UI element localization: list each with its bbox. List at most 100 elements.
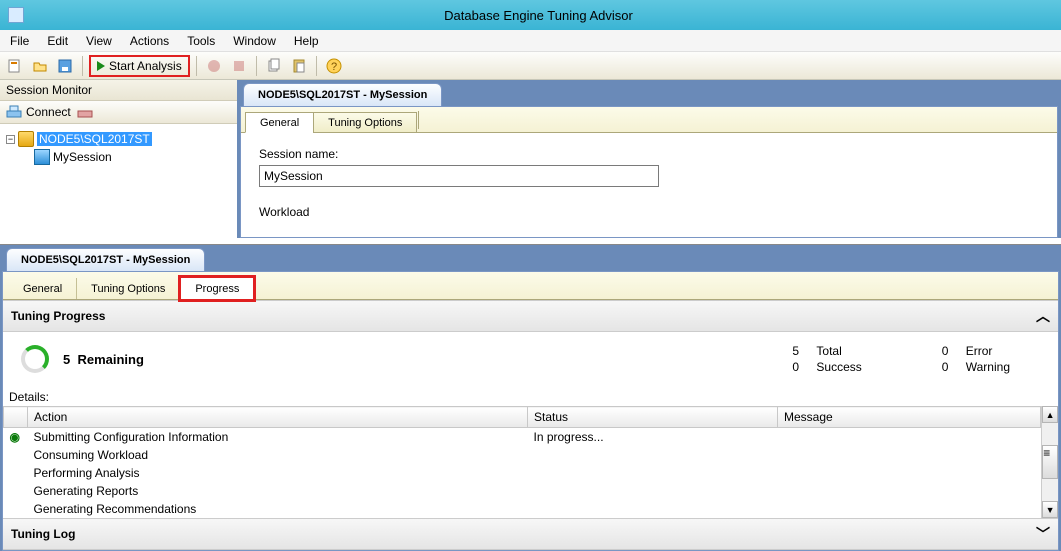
session-name-input[interactable] [259, 165, 659, 187]
scroll-up-icon[interactable]: ▲ [1042, 406, 1058, 423]
tuning-progress-title: Tuning Progress [11, 309, 105, 323]
document-area: NODE5\SQL2017ST - MySession General Tuni… [237, 80, 1061, 238]
connect-toolbar: Connect [0, 101, 237, 124]
menu-help[interactable]: Help [294, 34, 319, 48]
toolbar-help-icon[interactable]: ? [323, 55, 345, 77]
tree-server-label: NODE5\SQL2017ST [37, 132, 152, 146]
col-status[interactable]: Status [528, 407, 778, 428]
tab-tuning-options-label: Tuning Options [328, 117, 402, 129]
stats-block: 5 Total 0 Success 0 Error 0 Warning [792, 344, 1040, 374]
menu-window[interactable]: Window [233, 34, 276, 48]
cell-status: In progress... [528, 428, 778, 447]
table-row[interactable]: Consuming Workload [4, 446, 1041, 464]
toolbar-paste-icon[interactable] [288, 55, 310, 77]
tuning-log-title: Tuning Log [11, 527, 75, 541]
start-analysis-button[interactable]: Start Analysis [89, 55, 190, 77]
stat-warning-n: 0 [942, 360, 958, 374]
svg-text:?: ? [331, 61, 337, 73]
menu-actions[interactable]: Actions [130, 34, 169, 48]
tuning-progress-header[interactable]: Tuning Progress ︿ [3, 300, 1058, 332]
toolbar-new-icon[interactable] [4, 55, 26, 77]
server-icon [18, 131, 34, 147]
tuning-log-header[interactable]: Tuning Log ﹀ [3, 518, 1058, 550]
ptab-progress[interactable]: Progress [180, 277, 254, 300]
cell-action: Generating Recommendations [28, 500, 528, 518]
spinner-icon [21, 345, 49, 373]
menu-edit[interactable]: Edit [47, 34, 68, 48]
toolbar-separator [256, 56, 257, 76]
disconnect-icon[interactable] [77, 104, 93, 120]
toolbar-open-icon[interactable] [29, 55, 51, 77]
chevron-up-icon: ︿ [1036, 306, 1050, 326]
stat-error-n: 0 [942, 344, 958, 358]
ptab-general[interactable]: General [9, 278, 77, 299]
scroll-track[interactable] [1042, 423, 1058, 445]
stat-col-2: 0 Error 0 Warning [942, 344, 1010, 374]
connect-icon [6, 104, 22, 120]
session-monitor-panel: Session Monitor Connect − NODE5\SQL2017S… [0, 80, 237, 238]
remaining-count: 5 [63, 352, 70, 367]
toolbar-copy-icon[interactable] [263, 55, 285, 77]
stat-warning: Warning [966, 360, 1010, 374]
window-title: Database Engine Tuning Advisor [24, 8, 1053, 23]
cell-message [778, 500, 1041, 518]
menu-tools[interactable]: Tools [187, 34, 215, 48]
stat-error: Error [966, 344, 1010, 358]
lower-panel: NODE5\SQL2017ST - MySession General Tuni… [0, 244, 1061, 551]
cell-action: Submitting Configuration Information [28, 428, 528, 447]
document-tab-label: NODE5\SQL2017ST - MySession [258, 89, 427, 101]
toolbar-stop2-icon[interactable] [228, 55, 250, 77]
toolbar-separator [82, 56, 83, 76]
stat-col-1: 5 Total 0 Success [792, 344, 861, 374]
scroll-track[interactable] [1042, 479, 1058, 501]
document-tab[interactable]: NODE5\SQL2017ST - MySession [243, 83, 442, 106]
inner-tabstrip: General Tuning Options [241, 107, 1057, 133]
toolbar-stop-icon[interactable] [203, 55, 225, 77]
lower-document-tab[interactable]: NODE5\SQL2017ST - MySession [6, 248, 205, 271]
play-circle-icon: ◉ [4, 428, 28, 447]
play-icon [97, 61, 105, 71]
menu-view[interactable]: View [86, 34, 112, 48]
table-row[interactable]: Performing Analysis [4, 464, 1041, 482]
ptab-tuning-options[interactable]: Tuning Options [77, 278, 180, 299]
stat-success-n: 0 [792, 360, 808, 374]
table-row[interactable]: Generating Reports [4, 482, 1041, 500]
tree-server-node[interactable]: − NODE5\SQL2017ST [6, 130, 231, 148]
cell-status [528, 482, 778, 500]
cell-status [528, 446, 778, 464]
title-bar: Database Engine Tuning Advisor [0, 0, 1061, 30]
cell-status [528, 500, 778, 518]
stat-total: Total [816, 344, 861, 358]
table-row[interactable]: Generating Recommendations [4, 500, 1041, 518]
toolbar-separator [316, 56, 317, 76]
remaining-text: 5 Remaining [63, 352, 144, 367]
details-table: Action Status Message ◉ Submitting Confi… [3, 406, 1041, 518]
details-label: Details: [3, 386, 1058, 406]
table-row[interactable]: ◉ Submitting Configuration Information I… [4, 428, 1041, 447]
tree-session-label: MySession [53, 150, 112, 164]
tree-session-node[interactable]: MySession [6, 148, 231, 166]
upper-split: Session Monitor Connect − NODE5\SQL2017S… [0, 80, 1061, 238]
col-action[interactable]: Action [28, 407, 528, 428]
tab-tuning-options[interactable]: Tuning Options [313, 112, 417, 133]
col-message[interactable]: Message [778, 407, 1041, 428]
ptab-tuning-options-label: Tuning Options [91, 283, 165, 295]
tab-general[interactable]: General [245, 112, 314, 133]
lower-tab-wrap: NODE5\SQL2017ST - MySession General Tuni… [0, 245, 1061, 551]
scrollbar[interactable]: ▲ ≡ ▼ [1041, 406, 1058, 518]
cell-action: Consuming Workload [28, 446, 528, 464]
toolbar-save-icon[interactable] [54, 55, 76, 77]
general-tab-content: Session name: Workload [241, 133, 1057, 237]
lower-document-tab-label: NODE5\SQL2017ST - MySession [21, 254, 190, 266]
tree-collapse-icon[interactable]: − [6, 135, 15, 144]
menu-file[interactable]: File [10, 34, 29, 48]
connect-label[interactable]: Connect [26, 105, 71, 119]
chevron-down-icon: ﹀ [1036, 524, 1050, 544]
workload-label: Workload [259, 205, 1039, 219]
details-wrap: Action Status Message ◉ Submitting Confi… [3, 406, 1058, 518]
scroll-thumb[interactable]: ≡ [1042, 445, 1058, 479]
menu-bar: File Edit View Actions Tools Window Help [0, 30, 1061, 52]
scroll-down-icon[interactable]: ▼ [1042, 501, 1058, 518]
app-icon [8, 7, 24, 23]
session-name-label: Session name: [259, 147, 1039, 161]
